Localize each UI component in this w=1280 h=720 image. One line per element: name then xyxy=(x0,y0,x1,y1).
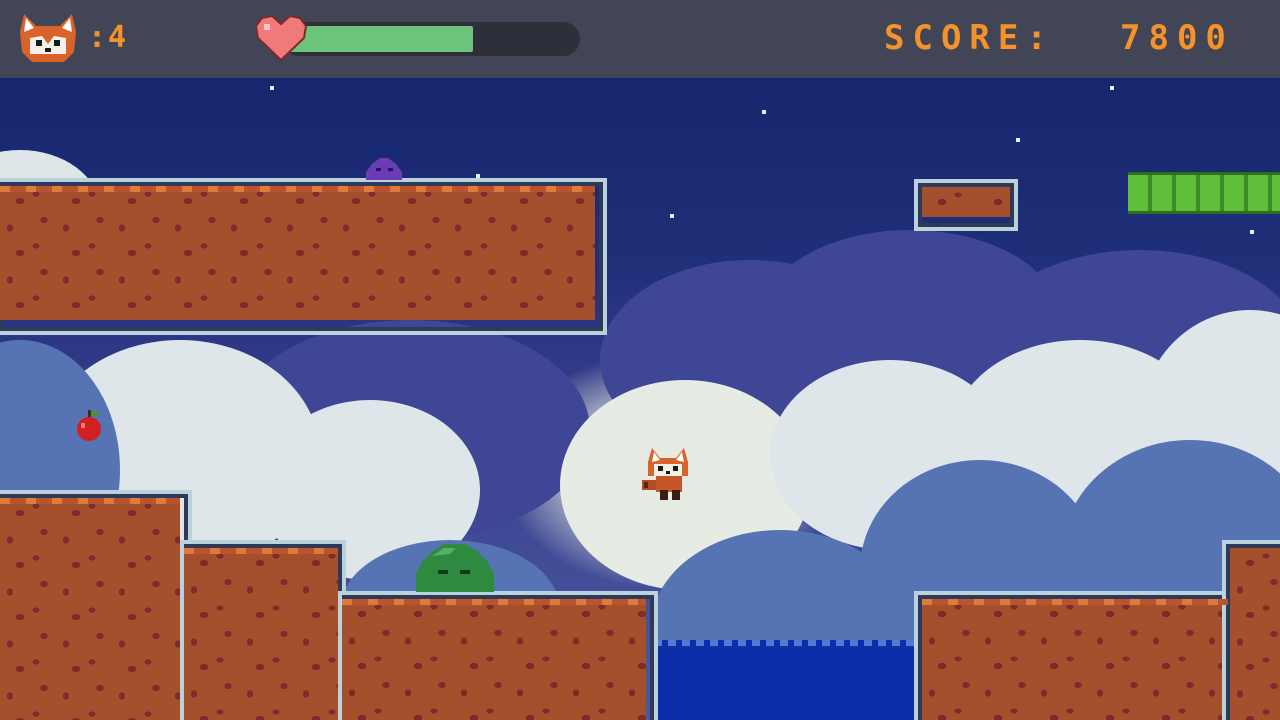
red-panda-face-icon xyxy=(20,14,76,62)
hud-bar: :4 SCORE: 7800 xyxy=(0,0,1280,78)
platform-grass-edge xyxy=(184,548,338,554)
platform-grass-edge xyxy=(0,186,595,192)
heart-icon xyxy=(254,14,308,62)
red-panda-icon[interactable] xyxy=(640,446,696,504)
upper-left-platform xyxy=(0,186,595,320)
star xyxy=(270,86,274,90)
star xyxy=(762,110,766,114)
star xyxy=(1110,86,1114,90)
ground-right xyxy=(922,599,1228,720)
ground-step-low xyxy=(342,599,646,720)
star xyxy=(1016,138,1020,142)
score-value: 7800 xyxy=(1120,18,1234,58)
lives-counter: :4 xyxy=(88,20,129,55)
ground-step-high xyxy=(0,498,180,720)
ground-right-step xyxy=(1230,548,1280,720)
platform-grass-edge xyxy=(0,498,180,504)
health-bar-fill xyxy=(282,26,473,52)
game-scene[interactable]: :4 SCORE: 7800 xyxy=(0,0,1280,720)
star xyxy=(1250,230,1254,234)
water-hazard xyxy=(654,646,918,720)
bamboo-platform xyxy=(1128,172,1280,214)
star xyxy=(670,214,674,218)
apple-icon[interactable] xyxy=(74,410,104,442)
health-bar xyxy=(282,22,580,56)
platform-grass-edge xyxy=(342,599,646,605)
green-slime-icon[interactable] xyxy=(414,540,496,592)
platform-grass-edge xyxy=(922,599,1228,605)
ground-step-mid xyxy=(184,548,338,720)
small-floating-platform xyxy=(922,187,1010,217)
score-label: SCORE: xyxy=(884,18,1055,58)
purple-slime-icon[interactable] xyxy=(362,154,406,180)
